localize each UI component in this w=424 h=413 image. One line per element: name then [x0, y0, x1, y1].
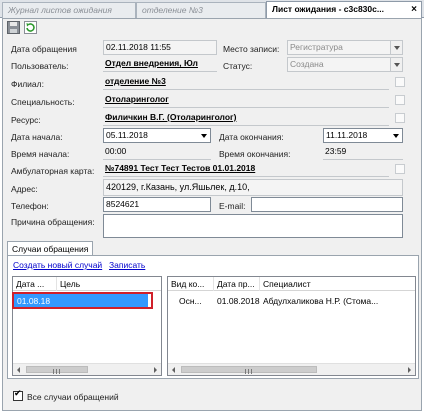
- cases-panel: Создать новый случай Записать Дата ... Ц…: [7, 255, 419, 379]
- place-value: Регистратура: [290, 42, 343, 52]
- reason-label: Причина обращения:: [11, 217, 95, 227]
- cases-section: Случаи обращения Создать новый случай За…: [7, 241, 419, 409]
- chevron-down-icon[interactable]: [390, 58, 402, 71]
- all-cases-label: Все случаи обращений: [27, 392, 119, 402]
- card-field[interactable]: №74891 Тест Тест Тестов 01.01.2018: [103, 162, 389, 177]
- column-header-specialist[interactable]: Специалист: [260, 277, 415, 291]
- horizontal-scrollbar[interactable]: [168, 363, 415, 375]
- chevron-down-icon[interactable]: [390, 41, 402, 54]
- resource-field[interactable]: Филичкин В.Г. (Отоларинголог): [103, 111, 389, 126]
- user-field[interactable]: Отдел внедрения, Юл: [103, 57, 217, 72]
- end-date-label: Дата окончания:: [219, 132, 284, 142]
- scroll-thumb[interactable]: [26, 366, 88, 374]
- address-field[interactable]: 420129, г.Казань, ул.Яшьлек, д.10,: [103, 179, 403, 196]
- specialty-lookup-button[interactable]: [395, 95, 405, 105]
- scroll-left-icon[interactable]: [168, 364, 180, 375]
- tab-waiting-journal[interactable]: Журнал листов ожидания: [2, 2, 136, 18]
- status-label: Статус:: [223, 61, 253, 71]
- table-cell-visit-date: 01.08.2018: [217, 296, 260, 306]
- tab-label: отделение №3: [142, 5, 203, 15]
- tab-label: Журнал листов ожидания: [8, 5, 112, 15]
- tab-cases[interactable]: Случаи обращения: [7, 241, 93, 256]
- scroll-thumb[interactable]: [181, 366, 317, 374]
- branch-field[interactable]: отделение №3: [103, 75, 389, 90]
- table-row[interactable]: Осн... 01.08.2018 Абдулхаликова Н.Р. (Ст…: [168, 294, 415, 308]
- selection-highlight: [12, 292, 153, 309]
- table-cell-visit-type: Осн...: [179, 296, 202, 306]
- date-label: Дата обращения: [11, 44, 77, 54]
- start-date-field[interactable]: 05.11.2018: [103, 128, 211, 143]
- status-select[interactable]: Создана: [287, 57, 403, 72]
- scroll-right-icon[interactable]: [149, 364, 161, 375]
- column-header-date[interactable]: Дата ...: [13, 277, 57, 291]
- card-lookup-button[interactable]: [395, 164, 405, 174]
- resource-lookup-button[interactable]: [395, 113, 405, 123]
- scroll-right-icon[interactable]: [403, 364, 415, 375]
- save-case-link[interactable]: Записать: [109, 260, 145, 270]
- table-cell-specialist: Абдулхаликова Н.Р. (Стома...: [263, 296, 379, 306]
- tab-waiting-sheet[interactable]: Лист ожидания - c3c830c... ×: [266, 1, 422, 19]
- scroll-left-icon[interactable]: [13, 364, 25, 375]
- place-label: Место записи:: [223, 44, 280, 54]
- tab-label: Лист ожидания - c3c830c...: [272, 4, 384, 14]
- specialty-field[interactable]: Отоларинголог: [103, 93, 389, 108]
- end-time-label: Время окончания:: [219, 149, 291, 159]
- date-field[interactable]: 02.11.2018 11:55: [103, 40, 217, 55]
- user-label: Пользователь:: [11, 61, 69, 71]
- grid-header: Вид ко... Дата пр... Специалист: [168, 277, 415, 291]
- email-label: E-mail:: [219, 201, 246, 211]
- create-case-link[interactable]: Создать новый случай: [13, 260, 102, 270]
- document-tab-bar: Журнал листов ожидания отделение №3 Лист…: [0, 0, 424, 19]
- start-date-label: Дата начала:: [11, 132, 63, 142]
- card-label: Амбулаторная карта:: [11, 166, 95, 176]
- phone-label: Телефон:: [11, 201, 49, 211]
- waiting-sheet-window: Дата обращения 02.11.2018 11:55 Место за…: [2, 18, 422, 411]
- resource-label: Ресурс:: [11, 115, 41, 125]
- close-icon[interactable]: ×: [411, 2, 417, 17]
- end-time-field[interactable]: 23:59: [323, 145, 403, 160]
- save-icon[interactable]: [7, 21, 20, 34]
- horizontal-scrollbar[interactable]: [13, 363, 161, 375]
- column-header-goal[interactable]: Цель: [57, 277, 161, 291]
- end-date-value: 11.11.2018: [326, 130, 368, 140]
- grid-header: Дата ... Цель: [13, 277, 161, 291]
- cases-grid: Дата ... Цель 01.08.18: [12, 276, 162, 376]
- address-label: Адрес:: [11, 184, 38, 194]
- start-time-label: Время начала:: [11, 149, 70, 159]
- phone-field[interactable]: 8524621: [103, 197, 211, 212]
- all-cases-checkbox[interactable]: [13, 389, 23, 401]
- calendar-dropdown-icon[interactable]: [390, 129, 402, 142]
- refresh-icon[interactable]: [24, 21, 37, 34]
- column-header-visit-type[interactable]: Вид ко...: [168, 277, 214, 291]
- calendar-dropdown-icon[interactable]: [198, 129, 210, 142]
- start-time-field[interactable]: 00:00: [103, 145, 211, 160]
- branch-label: Филиал:: [11, 79, 44, 89]
- status-value: Создана: [290, 59, 324, 69]
- visits-grid: Вид ко... Дата пр... Специалист Осн... 0…: [167, 276, 416, 376]
- email-field[interactable]: [251, 197, 403, 212]
- start-date-value: 05.11.2018: [106, 130, 148, 140]
- column-header-visit-date[interactable]: Дата пр...: [214, 277, 260, 291]
- place-select[interactable]: Регистратура: [287, 40, 403, 55]
- branch-lookup-button[interactable]: [395, 77, 405, 87]
- tab-department[interactable]: отделение №3: [136, 2, 266, 18]
- end-date-field[interactable]: 11.11.2018: [323, 128, 403, 143]
- specialty-label: Специальность:: [11, 97, 75, 107]
- reason-field[interactable]: [103, 214, 403, 238]
